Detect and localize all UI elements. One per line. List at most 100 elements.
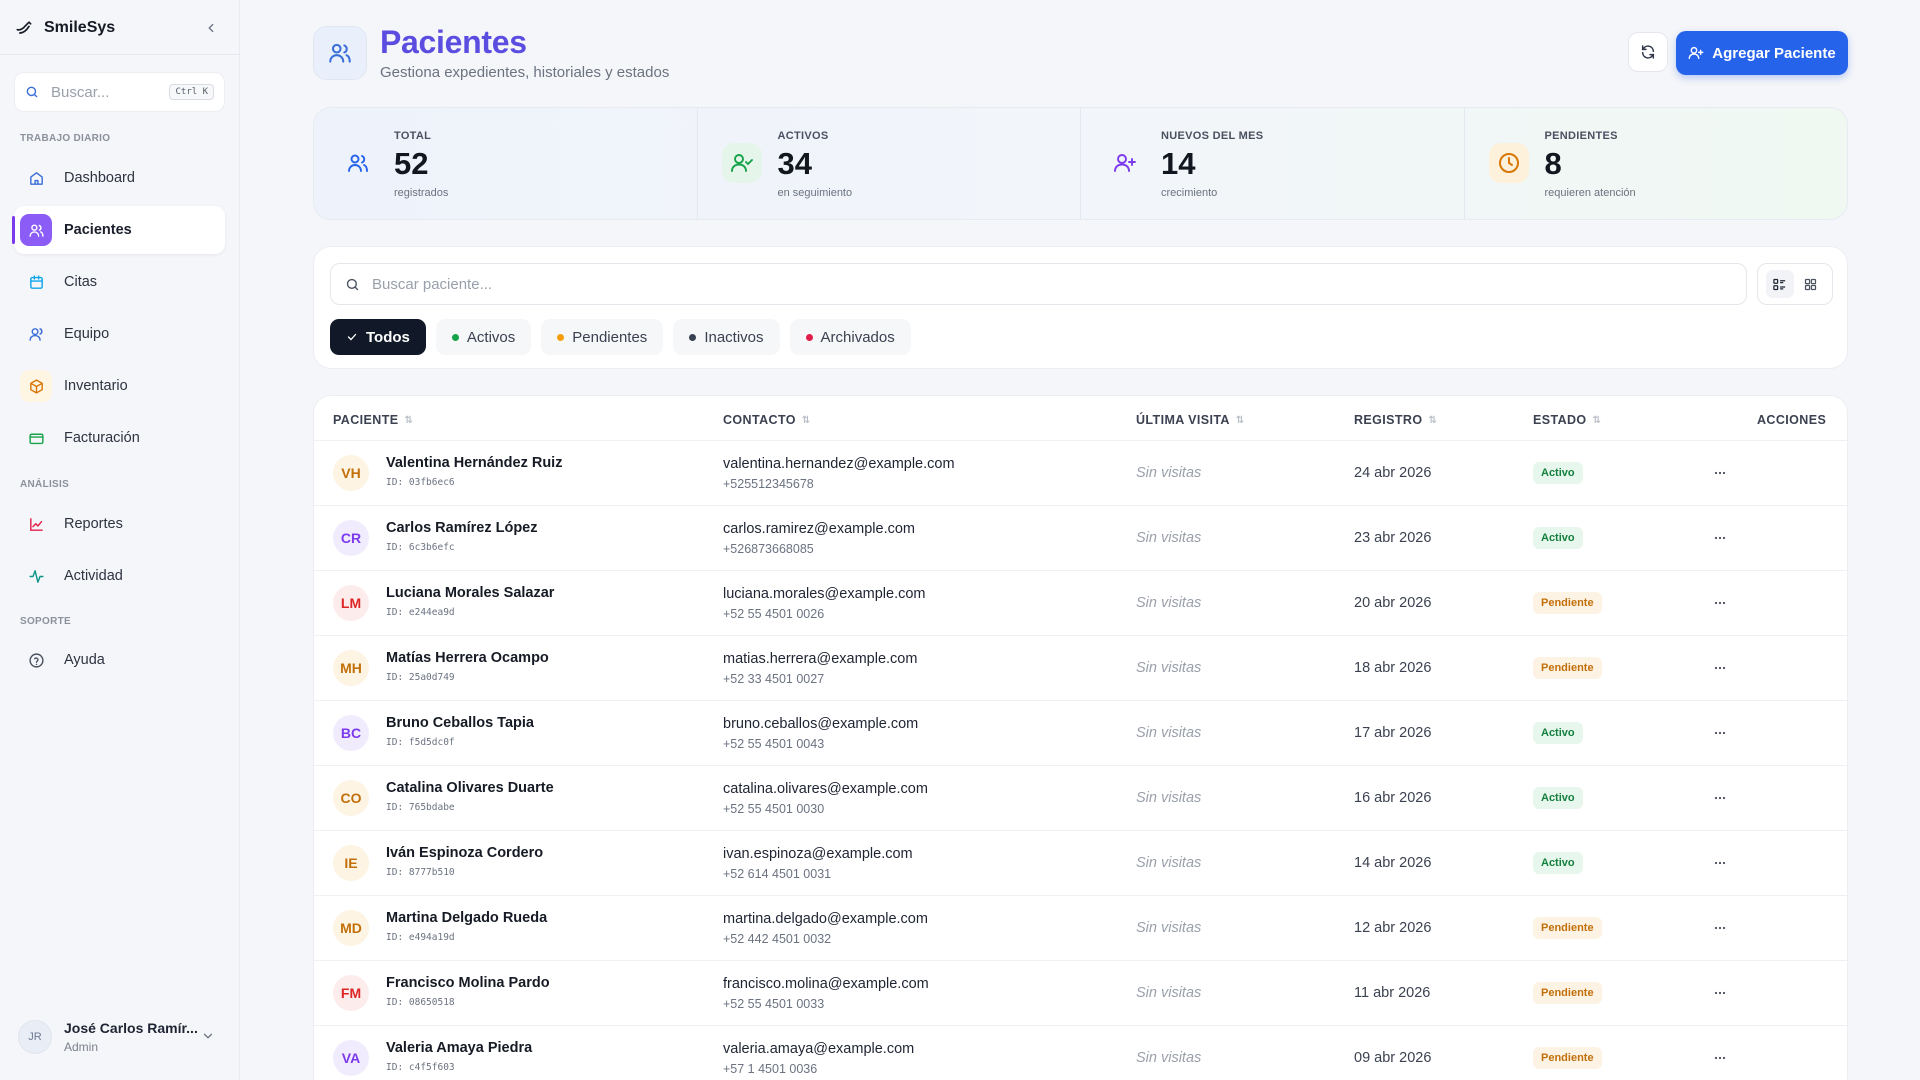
more-actions-button[interactable] — [1708, 786, 1732, 810]
user-menu[interactable]: JR José Carlos Ramír... Admin — [14, 1012, 225, 1062]
table-row[interactable]: VH Valentina Hernández Ruiz ID: 03fb6ec6… — [314, 441, 1847, 506]
registration-date: 14 abr 2026 — [1354, 855, 1432, 871]
brand[interactable]: SmileSys — [14, 16, 115, 40]
stat-caption: registrados — [394, 187, 449, 199]
more-actions-button[interactable] — [1708, 526, 1732, 550]
more-actions-button[interactable] — [1708, 981, 1732, 1005]
registration-date: 12 abr 2026 — [1354, 920, 1432, 936]
sidebar-item-label: Inventario — [64, 378, 128, 394]
column-header-label: ÚLTIMA VISITA — [1136, 413, 1230, 427]
sidebar-search-input[interactable]: Buscar... Ctrl K — [14, 72, 225, 112]
search-icon — [25, 85, 39, 99]
patient-email: bruno.ceballos@example.com — [723, 716, 919, 732]
sidebar-item-equipo[interactable]: Equipo — [14, 310, 225, 358]
stat-value: 8 — [1544, 146, 1562, 181]
column-header-registered[interactable]: REGISTRO ⇅ — [1354, 413, 1437, 427]
users-icon — [329, 43, 351, 63]
filter-panel: Buscar paciente... Todos Activos Pendien… — [313, 246, 1848, 369]
table-row[interactable]: VA Valeria Amaya Piedra ID: c4f5f603 val… — [314, 1026, 1847, 1080]
more-actions-button[interactable] — [1708, 851, 1732, 875]
sidebar-item-pacientes[interactable]: Pacientes — [12, 206, 225, 254]
patient-name[interactable]: Francisco Molina Pardo — [386, 975, 550, 991]
sidebar-item-reportes[interactable]: Reportes — [14, 500, 225, 548]
patient-id: ID: 8777b510 — [386, 867, 455, 878]
sidebar-item-citas[interactable]: Citas — [14, 258, 225, 306]
patient-id: ID: 08650518 — [386, 997, 455, 1008]
patient-avatar: BC — [333, 715, 369, 751]
list-view-button[interactable] — [1765, 270, 1794, 298]
patient-name[interactable]: Iván Espinoza Cordero — [386, 845, 543, 861]
patient-name[interactable]: Valeria Amaya Piedra — [386, 1040, 532, 1056]
chart-icon — [20, 508, 52, 540]
more-horizontal-icon — [1714, 536, 1726, 540]
home-icon — [20, 162, 52, 194]
table-row[interactable]: IE Iván Espinoza Cordero ID: 8777b510 iv… — [314, 831, 1847, 896]
user-plus-icon — [1688, 45, 1704, 61]
table-row[interactable]: LM Luciana Morales Salazar ID: e244ea9d … — [314, 571, 1847, 636]
check-icon — [346, 331, 358, 343]
add-patient-button[interactable]: Agregar Paciente — [1676, 31, 1848, 75]
column-header-contact[interactable]: CONTACTO ⇅ — [723, 413, 811, 427]
status-badge: Activo — [1533, 787, 1583, 809]
chip-label: Todos — [366, 328, 410, 346]
more-actions-button[interactable] — [1708, 916, 1732, 940]
more-horizontal-icon — [1714, 601, 1726, 605]
sidebar-item-inventario[interactable]: Inventario — [14, 362, 225, 410]
patient-name[interactable]: Luciana Morales Salazar — [386, 585, 554, 601]
patient-avatar: FM — [333, 975, 369, 1011]
refresh-button[interactable] — [1628, 32, 1668, 72]
filter-chip-pendientes[interactable]: Pendientes — [541, 319, 664, 355]
filter-chip-activos[interactable]: Activos — [435, 319, 532, 355]
sidebar-item-actividad[interactable]: Actividad — [14, 552, 225, 600]
more-actions-button[interactable] — [1708, 656, 1732, 680]
patients-table: PACIENTE ⇅ CONTACTO ⇅ ÚLTIMA VISITA ⇅ REGIS… — [313, 395, 1848, 1080]
patient-name[interactable]: Carlos Ramírez López — [386, 520, 538, 536]
sidebar-item-dashboard[interactable]: Dashboard — [14, 154, 225, 202]
table-row[interactable]: BC Bruno Ceballos Tapia ID: f5d5dc0f bru… — [314, 701, 1847, 766]
column-header-patient[interactable]: PACIENTE ⇅ — [333, 413, 413, 427]
column-header-last-visit[interactable]: ÚLTIMA VISITA ⇅ — [1136, 413, 1245, 427]
sidebar-item-label: Pacientes — [64, 222, 132, 238]
tooth-logo-icon — [14, 18, 34, 38]
more-horizontal-icon — [1714, 731, 1726, 735]
more-actions-button[interactable] — [1708, 721, 1732, 745]
page-subtitle: Gestiona expedientes, historiales y esta… — [380, 64, 670, 81]
sidebar-item-ayuda[interactable]: Ayuda — [14, 636, 225, 684]
filter-chip-todos[interactable]: Todos — [330, 319, 426, 355]
collapse-sidebar-button[interactable] — [201, 18, 221, 38]
section-label-analysis: ANÁLISIS — [20, 479, 70, 490]
table-row[interactable]: FM Francisco Molina Pardo ID: 08650518 f… — [314, 961, 1847, 1026]
column-header-status[interactable]: ESTADO ⇅ — [1533, 413, 1601, 427]
table-row[interactable]: MD Martina Delgado Rueda ID: e494a19d ma… — [314, 896, 1847, 961]
more-actions-button[interactable] — [1708, 1046, 1732, 1070]
table-row[interactable]: MH Matías Herrera Ocampo ID: 25a0d749 ma… — [314, 636, 1847, 701]
more-actions-button[interactable] — [1708, 461, 1732, 485]
section-label-daily: TRABAJO DIARIO — [20, 133, 111, 144]
filter-chip-inactivos[interactable]: Inactivos — [673, 319, 780, 355]
patient-name[interactable]: Catalina Olivares Duarte — [386, 780, 554, 796]
table-row[interactable]: CR Carlos Ramírez López ID: 6c3b6efc car… — [314, 506, 1847, 571]
stat-value: 34 — [777, 146, 812, 181]
sidebar-item-facturacion[interactable]: Facturación — [14, 414, 225, 462]
patient-id: ID: e494a19d — [386, 932, 455, 943]
sidebar-search-placeholder: Buscar... — [51, 83, 110, 101]
filter-chip-archivados[interactable]: Archivados — [789, 319, 911, 355]
table-row[interactable]: CO Catalina Olivares Duarte ID: 765bdabe… — [314, 766, 1847, 831]
calendar-icon — [20, 266, 52, 298]
column-header-label: PACIENTE — [333, 413, 399, 427]
patient-avatar: LM — [333, 585, 369, 621]
patient-name[interactable]: Matías Herrera Ocampo — [386, 650, 549, 666]
divider — [0, 54, 239, 55]
patient-search-input[interactable]: Buscar paciente... — [330, 263, 1747, 305]
patient-email: martina.delgado@example.com — [723, 911, 928, 927]
stat-label: NUEVOS DEL MES — [1161, 130, 1264, 142]
section-label-support: SOPORTE — [20, 616, 71, 627]
sidebar-item-label: Actividad — [64, 568, 123, 584]
patient-name[interactable]: Martina Delgado Rueda — [386, 910, 547, 926]
patient-name[interactable]: Valentina Hernández Ruiz — [386, 455, 562, 471]
sort-icon: ⇅ — [1235, 414, 1245, 426]
grid-view-button[interactable] — [1797, 270, 1825, 298]
patient-name[interactable]: Bruno Ceballos Tapia — [386, 715, 534, 731]
sort-icon: ⇅ — [1592, 414, 1602, 426]
more-actions-button[interactable] — [1708, 591, 1732, 615]
